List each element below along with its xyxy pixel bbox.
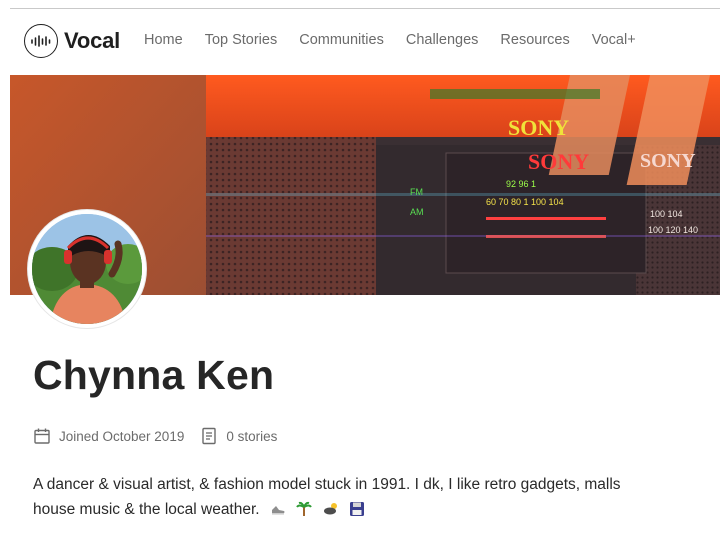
banner-brand-text-3: SONY (640, 150, 696, 172)
banner-dial-row-2: 60 70 80 1 100 104 (486, 197, 564, 207)
stories-count: 0 stories (226, 428, 278, 444)
nav-communities[interactable]: Communities (299, 32, 384, 48)
profile-avatar[interactable] (28, 210, 146, 328)
vocal-logo[interactable]: Vocal (24, 24, 120, 58)
bio-line-1: A dancer & visual artist, & fashion mode… (33, 476, 621, 493)
stories-count-info: 0 stories (200, 427, 277, 445)
calendar-icon (33, 427, 51, 445)
bio-line-2-container: house music & the local weather. (33, 497, 720, 525)
banner-brand-text-1: SONY (508, 115, 569, 140)
sun-behind-cloud-icon (323, 500, 339, 525)
banner-brand-text-2: SONY (528, 149, 589, 174)
top-navigation: Vocal Home Top Stories Communities Chall… (0, 22, 720, 62)
sneaker-icon (270, 500, 286, 525)
nav-resources[interactable]: Resources (500, 32, 569, 48)
profile-bio: A dancer & visual artist, & fashion mode… (33, 472, 720, 525)
nav-challenges[interactable]: Challenges (406, 32, 479, 48)
top-divider (10, 8, 720, 9)
banner-band-fm: FM (410, 187, 423, 197)
nav-top-stories[interactable]: Top Stories (205, 32, 278, 48)
bio-line-2: house music & the local weather. (33, 501, 260, 518)
palm-tree-icon (296, 500, 313, 525)
banner-dial-row-3: 100 104 (650, 209, 683, 219)
profile-name: Chynna Ken (33, 352, 275, 398)
floppy-disk-icon (349, 500, 365, 525)
joined-info: Joined October 2019 (33, 427, 184, 445)
banner-band-am: AM (410, 207, 424, 217)
document-icon (200, 427, 218, 445)
avatar-photo (32, 214, 142, 324)
vocal-logo-icon (24, 24, 58, 58)
nav-home[interactable]: Home (144, 32, 183, 48)
banner-dial-row-1: 92 96 1 (506, 179, 536, 189)
nav-vocal-plus[interactable]: Vocal+ (592, 32, 636, 48)
profile-meta: Joined October 2019 0 stories (33, 427, 293, 445)
logo-text: Vocal (64, 28, 121, 53)
joined-date: Joined October 2019 (59, 428, 185, 444)
banner-dial-row-4: 100 120 140 (648, 225, 698, 235)
nav-links: Home Top Stories Communities Challenges … (144, 32, 658, 48)
